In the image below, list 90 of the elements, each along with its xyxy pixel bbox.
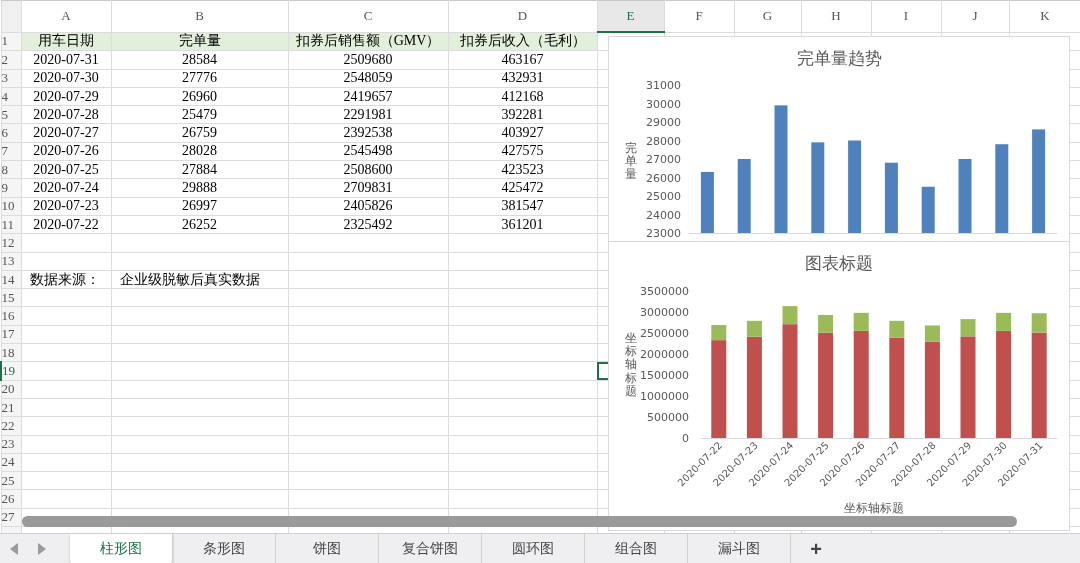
chart-title: 完单量趋势 [796, 47, 882, 70]
bar [921, 186, 935, 233]
column-header[interactable]: C [288, 0, 448, 32]
table-cell: 27776 [111, 69, 288, 88]
tick-label: 29000 [646, 116, 681, 129]
chart-title: 图表标题 [805, 252, 873, 275]
axis-title: 坐标轴标题 [844, 500, 904, 517]
axis-title: 完单量 [625, 142, 637, 182]
tick-label: 1500000 [640, 369, 689, 382]
axis-title: 坐标轴标题 [625, 332, 637, 398]
tick-label: 2000000 [640, 348, 689, 361]
table-cell: 2020-07-24 [21, 178, 111, 198]
table-cell: 26252 [111, 215, 288, 234]
table-cell: 2020-07-31 [21, 50, 111, 70]
tick-label: 25000 [646, 190, 681, 203]
table-cell: 27884 [111, 160, 288, 179]
table-cell: 29888 [111, 178, 288, 198]
table-cell: 25479 [111, 105, 288, 124]
table-cell: 392281 [448, 105, 597, 124]
table-cell: 2405826 [288, 197, 448, 216]
column-header[interactable]: B [111, 0, 288, 32]
sheet-tab[interactable]: 饼图 [276, 534, 379, 563]
tick-label: 27000 [646, 153, 681, 166]
table-cell: 381547 [448, 197, 597, 216]
table-cell: 403927 [448, 124, 597, 143]
table-cell: 463167 [448, 50, 597, 70]
table-cell: 361201 [448, 215, 597, 234]
table-cell: 26997 [111, 197, 288, 216]
table-cell: 2325492 [288, 215, 448, 234]
table-cell: 2508600 [288, 160, 448, 179]
table-cell: 425472 [448, 178, 597, 198]
sheet-tab[interactable]: 漏斗图 [688, 534, 791, 563]
sheet-tab[interactable]: 条形图 [173, 534, 276, 563]
tick-label: 3000000 [640, 306, 689, 319]
column-header[interactable]: I [871, 0, 941, 32]
column-header[interactable]: D [448, 0, 597, 32]
add-sheet-button[interactable]: + [791, 534, 841, 563]
column-header[interactable]: E [597, 0, 664, 32]
table-cell: 427575 [448, 142, 597, 161]
table-cell: 2020-07-25 [21, 160, 111, 179]
column-header[interactable]: J [941, 0, 1009, 32]
table-cell: 28584 [111, 50, 288, 70]
tick-label: 23000 [646, 227, 681, 240]
bar [884, 162, 898, 233]
column-header[interactable]: F [664, 0, 734, 32]
table-cell: 2020-07-30 [21, 69, 111, 88]
tick-label: 0 [682, 432, 689, 445]
scrollbar[interactable] [22, 516, 1017, 527]
tick-label: 26000 [646, 171, 681, 185]
tick-label: 2500000 [640, 327, 689, 340]
table-cell: 412168 [448, 87, 597, 106]
table-cell: 2020-07-26 [21, 142, 111, 161]
bar [700, 171, 714, 233]
table-cell: 2020-07-27 [21, 124, 111, 143]
column-header[interactable]: H [801, 0, 871, 32]
column-header[interactable]: K [1009, 0, 1080, 32]
table-cell: 423523 [448, 160, 597, 179]
table-cell: 数据来源： [21, 270, 111, 289]
table-cell: 26960 [111, 87, 288, 106]
table-cell: 2291981 [288, 105, 448, 124]
column-header[interactable]: A [21, 0, 111, 32]
tick-label: 30000 [646, 97, 681, 111]
table-cell: 2020-07-28 [21, 105, 111, 124]
column-header[interactable]: G [734, 0, 801, 32]
table-cell: 2020-07-23 [21, 197, 111, 216]
tick-label: 24000 [646, 208, 681, 222]
tick-label: 28000 [646, 134, 681, 148]
table-cell: 2548059 [288, 69, 448, 88]
scroll-right-icon[interactable] [37, 543, 46, 555]
tick-label: 500000 [647, 411, 689, 424]
table-cell: 2419657 [288, 87, 448, 106]
table-cell: 2020-07-29 [21, 87, 111, 106]
sheet-tab[interactable]: 圆环图 [482, 534, 585, 563]
scroll-left-icon[interactable] [10, 543, 19, 555]
table-cell: 432931 [448, 69, 597, 88]
sheet-tab[interactable]: 复合饼图 [379, 534, 482, 563]
table-cell: 企业级脱敏后真实数据 [111, 270, 288, 289]
sheet-tab[interactable]: 组合图 [585, 534, 688, 563]
table-cell: 26759 [111, 124, 288, 143]
table-cell: 2509680 [288, 50, 448, 70]
tick-label: 31000 [646, 79, 681, 92]
table-cell: 2020-07-22 [21, 215, 111, 234]
row-header[interactable]: 19 [1, 361, 21, 381]
table-cell: 2392538 [288, 124, 448, 143]
table-cell: 2709831 [288, 178, 448, 198]
table-cell: 28028 [111, 142, 288, 161]
tick-label: 1000000 [640, 390, 689, 403]
tick-label: 3500000 [640, 285, 689, 298]
table-cell: 2545498 [288, 142, 448, 161]
sheet-tab[interactable]: 柱形图 [70, 534, 173, 563]
